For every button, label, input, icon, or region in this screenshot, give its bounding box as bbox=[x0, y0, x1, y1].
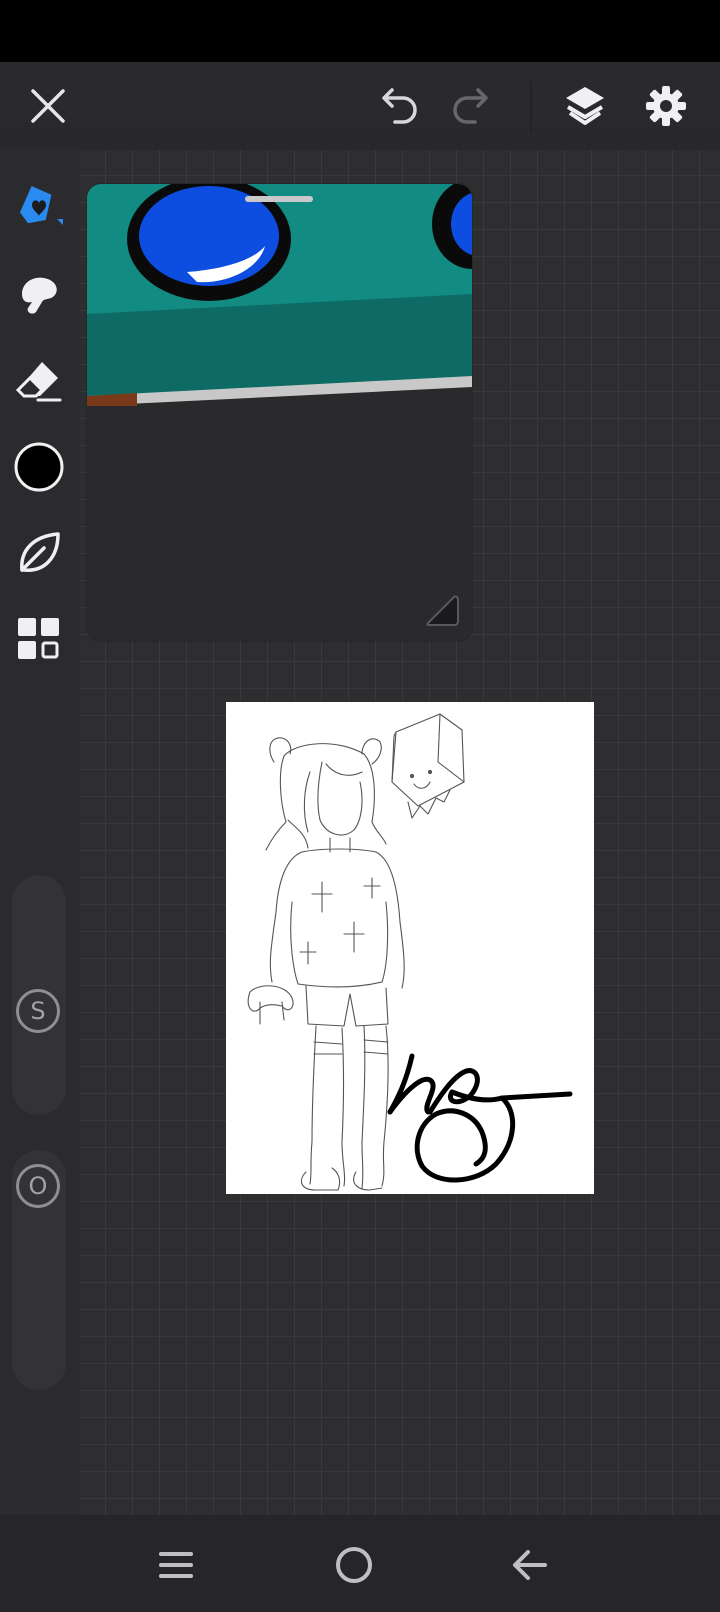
leaf-icon bbox=[20, 532, 60, 572]
sketch-artwork bbox=[247, 713, 573, 1191]
layers-button[interactable] bbox=[553, 62, 617, 150]
brush-size-slider[interactable]: S bbox=[12, 875, 66, 1115]
redo-button[interactable] bbox=[440, 62, 504, 150]
smudge-icon bbox=[22, 277, 57, 314]
gear-icon bbox=[646, 86, 686, 126]
opacity-knob[interactable]: O bbox=[16, 1164, 60, 1208]
close-button[interactable] bbox=[16, 62, 80, 150]
close-icon bbox=[31, 89, 65, 123]
size-label: S bbox=[30, 997, 46, 1025]
color-tool[interactable] bbox=[0, 432, 78, 502]
more-tools-button[interactable] bbox=[0, 604, 78, 674]
drawing-canvas[interactable] bbox=[226, 702, 594, 1194]
reference-drag-handle[interactable] bbox=[245, 196, 313, 202]
recents-icon bbox=[159, 1552, 193, 1578]
undo-icon bbox=[382, 88, 417, 124]
brush-size-knob[interactable]: S bbox=[16, 989, 60, 1033]
smudge-tool[interactable] bbox=[0, 258, 78, 328]
home-button[interactable] bbox=[322, 1533, 386, 1597]
pen-icon bbox=[19, 185, 63, 225]
back-button[interactable] bbox=[498, 1533, 562, 1597]
settings-button[interactable] bbox=[634, 62, 698, 150]
toolbar-divider bbox=[530, 82, 532, 132]
recents-button[interactable] bbox=[144, 1533, 208, 1597]
eraser-tool[interactable] bbox=[0, 346, 78, 416]
reference-panel[interactable] bbox=[87, 184, 472, 641]
redo-icon bbox=[453, 88, 488, 124]
grid-icon bbox=[18, 618, 59, 659]
opacity-slider[interactable]: O bbox=[12, 1150, 66, 1390]
status-bar bbox=[0, 0, 720, 62]
eraser-icon bbox=[15, 362, 62, 402]
opacity-label: O bbox=[28, 1172, 48, 1200]
brush-library-tool[interactable] bbox=[0, 518, 78, 588]
top-toolbar bbox=[0, 62, 720, 150]
tool-sidebar: S O bbox=[0, 150, 80, 1515]
resize-handle-icon[interactable] bbox=[424, 591, 460, 627]
system-navigation-bar bbox=[0, 1515, 720, 1612]
reference-image bbox=[87, 184, 472, 409]
undo-button[interactable] bbox=[366, 62, 430, 150]
color-swatch-icon bbox=[14, 442, 64, 492]
back-icon bbox=[513, 1550, 547, 1580]
home-icon bbox=[336, 1547, 372, 1583]
layers-icon bbox=[566, 87, 604, 125]
brush-tool[interactable] bbox=[0, 170, 78, 240]
